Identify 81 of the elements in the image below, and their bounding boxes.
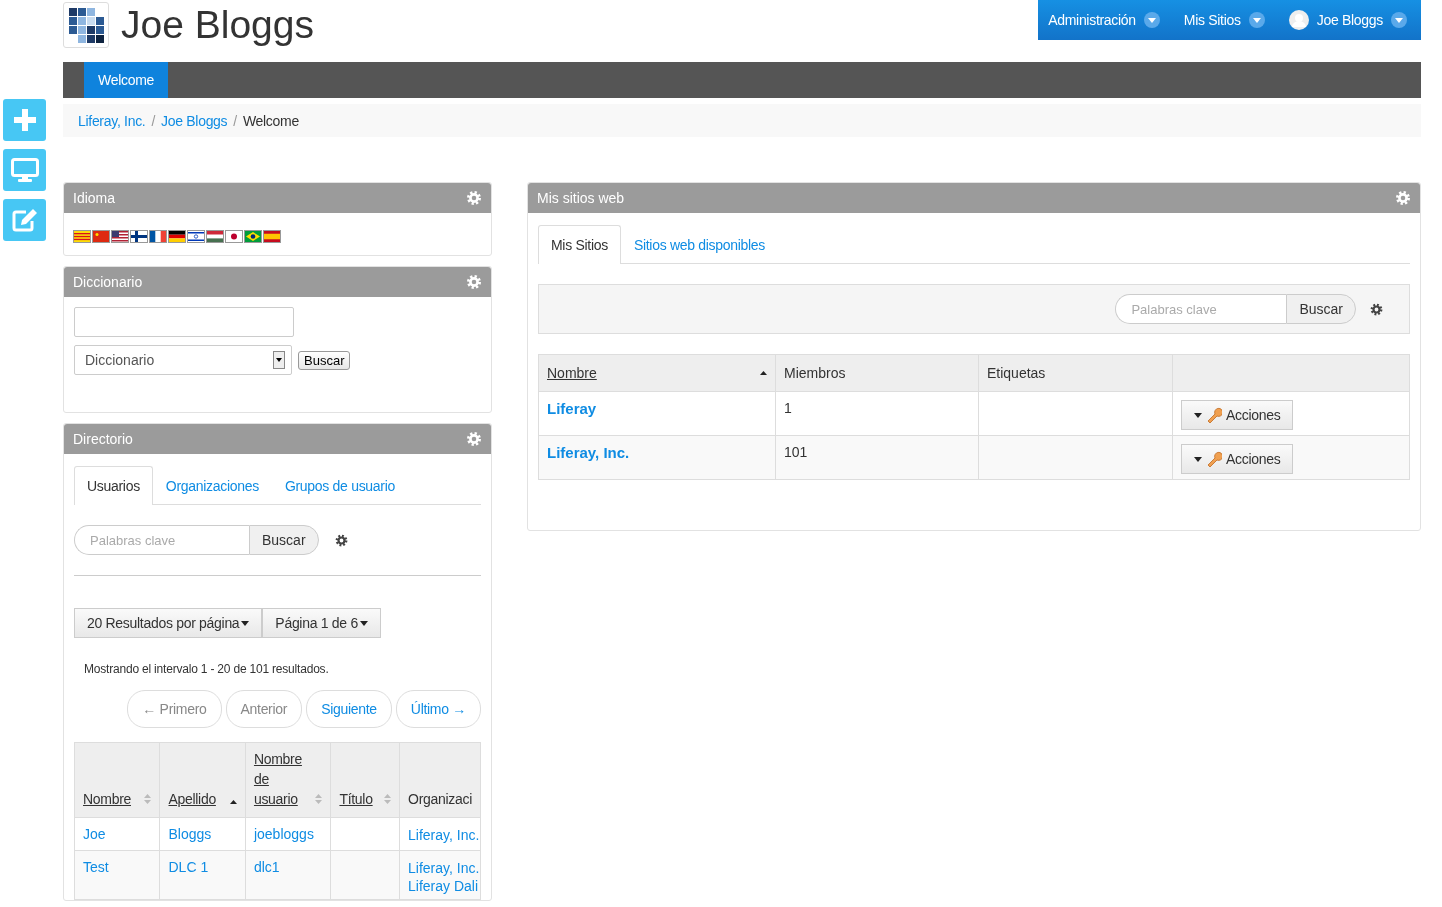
page-size-dropdown[interactable]: 20 Resultados por página xyxy=(74,608,263,638)
tab[interactable]: Usuarios xyxy=(74,466,153,505)
column-header[interactable]: Nombre xyxy=(538,354,776,392)
logo-icon xyxy=(68,7,104,43)
sort-ascending-icon xyxy=(229,800,237,804)
column-header[interactable]: Nombre xyxy=(74,742,160,818)
site-link[interactable]: Liferay xyxy=(547,400,597,417)
caret-icon xyxy=(1248,12,1265,28)
breadcrumb-separator: / xyxy=(151,112,156,129)
tab[interactable]: Sitios web disponibles xyxy=(620,225,779,264)
site-logo[interactable] xyxy=(63,2,109,48)
table-link[interactable]: dlc1 xyxy=(253,859,280,875)
column-header: Etiquetas xyxy=(978,354,1173,392)
settings-icon[interactable] xyxy=(334,533,348,547)
breadcrumb-separator: / xyxy=(233,112,237,129)
search-button[interactable]: Buscar xyxy=(298,350,351,370)
page-dropdown[interactable]: Página 1 de 6 xyxy=(262,608,381,638)
table-link[interactable]: Test xyxy=(83,859,109,875)
table-link[interactable]: Liferay, Inc. xyxy=(408,860,480,876)
caret-icon xyxy=(359,620,368,626)
breadcrumb-current: Welcome xyxy=(242,112,299,129)
tab[interactable]: Organizaciones xyxy=(152,466,272,505)
table-link[interactable]: Joe xyxy=(83,826,106,842)
sort-icon xyxy=(384,794,392,804)
column-header[interactable]: Apellido xyxy=(160,742,246,818)
plus-icon xyxy=(13,109,36,131)
flag-icon[interactable] xyxy=(245,231,261,242)
flag-icon[interactable] xyxy=(112,231,128,242)
column-header: Miembros xyxy=(775,354,979,392)
column-header[interactable]: Título xyxy=(330,742,400,818)
settings-icon[interactable] xyxy=(1370,302,1383,316)
table-cell: 1 xyxy=(775,391,979,436)
dockbar-menu[interactable]: Administración xyxy=(1048,12,1160,28)
breadcrumb-link[interactable]: Liferay, Inc. xyxy=(78,112,146,129)
portlet-title: Diccionario xyxy=(73,274,143,290)
caret-icon xyxy=(241,620,250,626)
dockbar-menu[interactable]: Mis Sitios xyxy=(1183,12,1265,28)
search-field[interactable]: Palabras clave xyxy=(1115,294,1287,324)
table-link[interactable]: DLC 1 xyxy=(168,859,209,875)
monitor-icon xyxy=(10,158,39,182)
flag-icon[interactable] xyxy=(188,231,204,242)
pencil-square-icon xyxy=(11,208,38,232)
actions-button[interactable]: Acciones xyxy=(1181,444,1294,474)
flag-icon[interactable] xyxy=(226,231,242,242)
wrench-icon xyxy=(1206,451,1222,467)
text-input[interactable] xyxy=(74,307,294,337)
dictionary-select[interactable]: Diccionario xyxy=(74,345,292,375)
caret-icon xyxy=(276,358,282,362)
flag-icon[interactable] xyxy=(131,231,147,242)
table-cell: 101 xyxy=(775,435,979,480)
portlet-title: Mis sitios web xyxy=(537,190,625,206)
site-title: Joe Bloggs xyxy=(121,2,314,48)
column-header[interactable]: Nombre de usuario xyxy=(245,742,331,818)
actions-button[interactable]: Acciones xyxy=(1181,400,1294,430)
dockbar-menu[interactable]: Joe Bloggs xyxy=(1288,10,1407,30)
results-summary: Mostrando el intervalo 1 - 20 de 101 resultados. xyxy=(84,662,330,676)
sort-icon xyxy=(315,794,323,804)
pagination-button[interactable]: Siguiente xyxy=(306,690,392,728)
portlet-title: Directorio xyxy=(73,431,133,447)
caret-icon xyxy=(1391,12,1407,28)
wrench-icon xyxy=(1206,407,1222,423)
flag-icon[interactable] xyxy=(169,231,185,242)
search-field[interactable]: Palabras clave xyxy=(74,525,249,555)
pagination-button[interactable]: Último → xyxy=(395,690,481,728)
table-link[interactable]: Liferay Dali xyxy=(408,878,479,894)
breadcrumb-link[interactable]: Joe Bloggs xyxy=(161,112,228,129)
flag-icon[interactable] xyxy=(150,231,166,242)
sort-icon xyxy=(144,794,152,804)
search-button[interactable]: Buscar xyxy=(1286,294,1356,324)
caret-icon xyxy=(1194,412,1202,418)
tab[interactable]: Mis Sitios xyxy=(538,225,621,264)
nav-tab[interactable]: Welcome xyxy=(84,62,168,98)
avatar-icon xyxy=(1288,10,1309,30)
site-link[interactable]: Liferay, Inc. xyxy=(547,444,630,461)
search-button[interactable]: Buscar xyxy=(249,525,319,555)
caret-icon xyxy=(1194,456,1202,462)
caret-icon xyxy=(1143,12,1160,28)
portlet-title: Idioma xyxy=(73,190,116,206)
sort-ascending-icon xyxy=(760,371,767,375)
column-header: Organizaci xyxy=(399,742,481,818)
tab[interactable]: Grupos de usuario xyxy=(271,466,408,505)
